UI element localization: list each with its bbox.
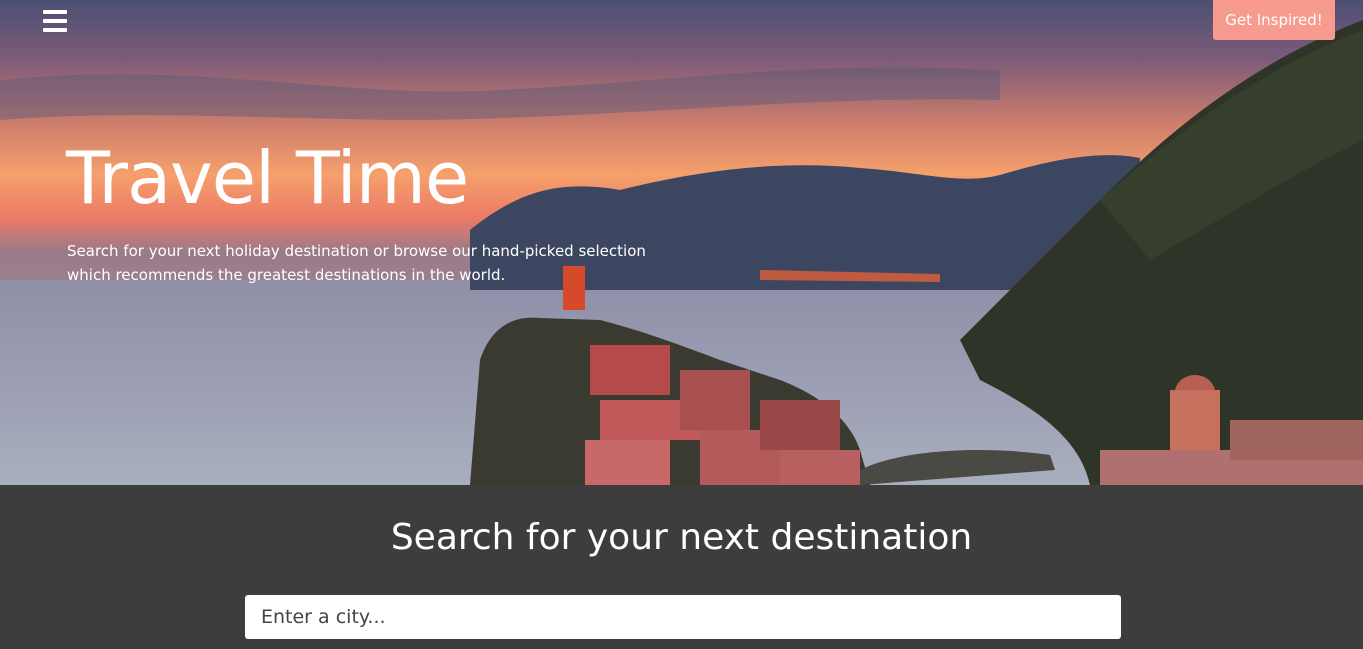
menu-icon-bar — [43, 10, 67, 14]
city-search-input[interactable] — [245, 595, 1121, 639]
hero-subtitle-line-2: which recommends the greatest destinatio… — [67, 266, 506, 284]
menu-icon-bar — [43, 28, 67, 32]
hero-subtitle-line-1: Search for your next holiday destination… — [67, 242, 646, 260]
hamburger-menu-icon[interactable] — [43, 10, 69, 32]
search-heading: Search for your next destination — [390, 517, 973, 558]
hero-title: Travel Time — [66, 136, 469, 220]
get-inspired-button[interactable]: Get Inspired! — [1213, 0, 1335, 40]
hero-section: Get Inspired! Travel Time Search for you… — [0, 0, 1363, 485]
hero-subtitle: Search for your next holiday destination… — [67, 239, 667, 287]
menu-icon-bar — [43, 19, 67, 23]
